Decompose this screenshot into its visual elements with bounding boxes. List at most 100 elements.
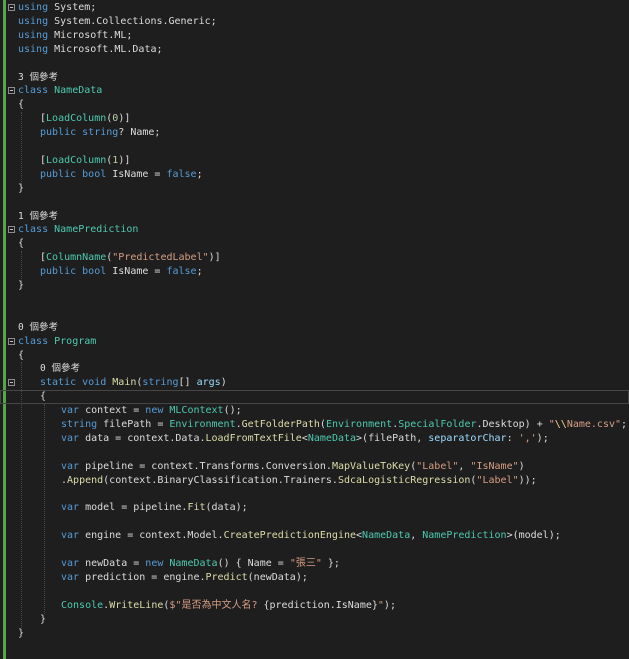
collapse-toggle-icon[interactable] [8,87,15,95]
code-token: SdcaLogisticRegression [337,474,471,486]
collapse-toggle-icon[interactable] [8,337,15,345]
code-token: using [18,2,49,13]
code-token: filePath = [97,419,170,430]
code-token: ; [196,266,203,278]
code-token: : [506,432,519,444]
code-line: var pipeline = context.Transforms.Conver… [0,460,629,474]
code-token: Main [112,377,137,389]
code-token: { [18,349,25,361]
code-line: } [0,627,629,641]
codelens-references[interactable]: 0 個參考 [0,321,629,335]
code-text: { [18,349,24,363]
code-text: class NameData [18,84,102,98]
code-text: 0 個參考 [40,362,80,376]
code-token: class [18,85,49,97]
code-text: var engine = context.Model.CreatePredict… [61,529,561,543]
code-token: .Desktop) + [476,419,549,430]
code-text: .Append(context.BinaryClassification.Tra… [61,474,537,488]
code-token: string [82,127,119,139]
code-token: {prediction.IsName} [263,599,378,611]
code-token: "Label" [476,474,519,486]
code-token: (context.BinaryClassification.Trainers. [103,474,338,486]
code-token: public [40,266,77,278]
code-token: $"是否為中文人名? [169,599,264,611]
code-token: (); [223,405,242,417]
code-token: "Label" [416,460,459,472]
code-line: var prediction = engine.Predict(newData)… [0,571,629,585]
code-token: Microsoft.ML.Data; [48,43,163,55]
code-token: var [61,530,80,542]
code-editor[interactable]: using System; using System.Collections.Ge… [0,0,629,659]
code-line: var context = new MLContext(); [0,404,629,418]
code-token: Name.csv" [566,419,622,430]
code-token: ); [383,599,396,611]
code-token: IsName = [106,266,167,278]
code-text: static void Main(string[] args) [40,376,227,390]
code-token: 0 個參考 [40,363,80,375]
code-text: { [40,390,46,404]
code-token: \\ [554,419,567,430]
code-token: 3 個參考 [18,71,58,83]
code-token: WriteLine [109,599,164,611]
code-token: using [18,43,49,55]
code-text: var data = context.Data.LoadFromTextFile… [61,432,549,446]
code-token: Program [54,335,97,347]
code-token: { [40,391,47,403]
code-token: model = pipeline. [79,502,188,514]
code-token: }; [321,558,340,569]
code-token: [] [178,377,197,389]
code-token: separatorChar [428,432,507,444]
code-token: var [61,502,80,514]
code-line: var model = pipeline.Fit(data); [0,501,629,515]
code-token: "張三" [289,558,322,569]
code-token: var [61,571,80,583]
code-token: prediction = engine. [79,571,206,583]
code-token: Predict [205,571,248,583]
code-line: using Microsoft.ML; [0,29,629,43]
code-text: [LoadColumn(1)] [40,154,130,168]
collapse-toggle-icon[interactable] [8,4,15,11]
code-token: IsName = [106,168,167,180]
codelens-references[interactable]: 1 個參考 [0,210,629,224]
collapse-toggle-icon[interactable] [8,379,15,387]
code-line: var data = context.Data.LoadFromTextFile… [0,432,629,446]
code-token: ; [196,168,203,180]
code-token: ) [220,377,227,389]
code-line: public bool IsName = false; [0,168,629,182]
code-text: [ColumnName("PredictedLabel")] [40,251,221,265]
code-token: using [18,15,49,27]
code-token: CreatePredictionEngine [223,530,357,542]
code-token: ; [621,419,628,430]
code-token: GetFolderPath [241,419,320,430]
code-text: } [18,182,24,196]
code-token: , [410,530,423,542]
collapse-toggle-icon[interactable] [8,226,15,234]
code-token: pipeline = context.Transforms.Conversion… [79,460,332,472]
code-line: using Microsoft.ML.Data; [0,43,629,57]
code-line: var newData = new NameData() { Name = "張… [0,557,629,571]
code-token: new [145,558,164,569]
code-line: [ColumnName("PredictedLabel")] [0,251,629,265]
code-text: using System.Collections.Generic; [18,15,217,29]
code-token: Append [67,474,104,486]
code-token: SpecialFolder [398,419,477,430]
code-token: 0 個參考 [18,321,58,333]
code-token: args [196,377,221,389]
code-token: (newData); [247,571,308,583]
code-line: } [0,279,629,293]
code-text: } [18,279,24,293]
code-token: public [40,127,77,139]
codelens-references[interactable]: 3 個參考 [0,71,629,85]
code-line: Console.WriteLine($"是否為中文人名? {prediction… [0,599,629,613]
code-line: class NameData [0,84,629,98]
code-token: LoadColumn [46,113,107,125]
code-line: string filePath = Environment.GetFolderP… [0,418,629,432]
code-line: } [0,182,629,196]
codelens-references[interactable]: 0 個參考 [0,362,629,376]
